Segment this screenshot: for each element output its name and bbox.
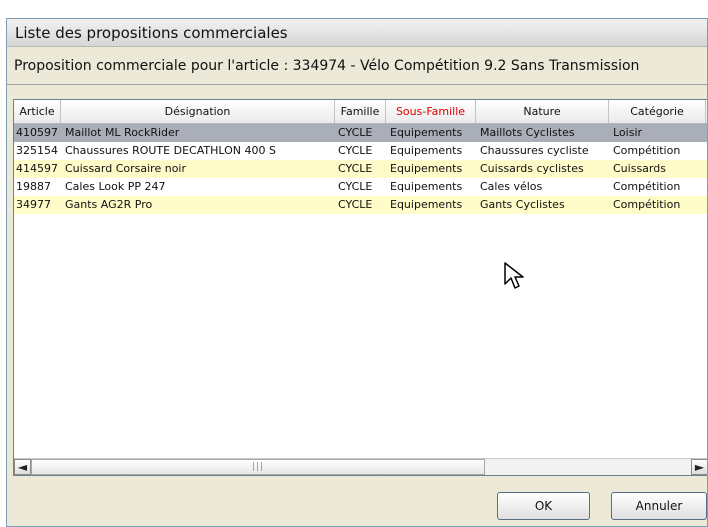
famille-cell: CYCLE bbox=[338, 198, 373, 211]
column-header-article[interactable]: Article bbox=[14, 100, 61, 123]
scroll-thumb[interactable]: ||| bbox=[31, 459, 485, 475]
column-header-designation[interactable]: Désignation bbox=[61, 100, 335, 123]
ok-button[interactable]: OK bbox=[497, 492, 590, 520]
table-row[interactable]: 19887 Cales Look PP 247 CYCLE Equipement… bbox=[14, 178, 707, 196]
table-rows: 410597 Maillot ML RockRider CYCLE Equipe… bbox=[14, 124, 707, 214]
cancel-button[interactable]: Annuler bbox=[611, 492, 707, 520]
categorie-cell: Loisir bbox=[613, 126, 643, 139]
arrow-right-icon[interactable]: ► bbox=[691, 459, 707, 475]
designation-cell: Cales Look PP 247 bbox=[65, 180, 166, 193]
dialog-title: Liste des propositions commerciales bbox=[15, 23, 288, 42]
designation-cell: Chaussures ROUTE DECATHLON 400 S bbox=[65, 144, 276, 157]
table-header: Article Désignation Famille Sous-Famille… bbox=[14, 100, 707, 124]
designation-cell: Maillot ML RockRider bbox=[65, 126, 180, 139]
famille-cell: CYCLE bbox=[338, 180, 373, 193]
arrow-left-icon[interactable]: ◄ bbox=[14, 459, 31, 475]
designation-cell: Cuissard Corsaire noir bbox=[65, 162, 187, 175]
article-cell: 34977 bbox=[16, 198, 51, 211]
nature-cell: Chaussures cycliste bbox=[480, 144, 589, 157]
famille-cell: CYCLE bbox=[338, 126, 373, 139]
propositions-table[interactable]: Article Désignation Famille Sous-Famille… bbox=[13, 99, 707, 476]
famille-cell: CYCLE bbox=[338, 144, 373, 157]
table-row[interactable]: 410597 Maillot ML RockRider CYCLE Equipe… bbox=[14, 124, 707, 142]
column-header-nature[interactable]: Nature bbox=[476, 100, 609, 123]
categorie-cell: Compétition bbox=[613, 180, 681, 193]
nature-cell: Cales vélos bbox=[480, 180, 543, 193]
dialog-title-bar: Liste des propositions commerciales bbox=[7, 19, 707, 47]
article-cell: 325154 bbox=[16, 144, 58, 157]
sous-famille-cell: Equipements bbox=[390, 144, 463, 157]
categorie-cell: Cuissards bbox=[613, 162, 666, 175]
nature-cell: Gants Cyclistes bbox=[480, 198, 565, 211]
categorie-cell: Compétition bbox=[613, 144, 681, 157]
column-header-sous-famille[interactable]: Sous-Famille bbox=[386, 100, 476, 123]
table-row[interactable]: 34977 Gants AG2R Pro CYCLE Equipements G… bbox=[14, 196, 707, 214]
article-cell: 19887 bbox=[16, 180, 51, 193]
nature-cell: Maillots Cyclistes bbox=[480, 126, 575, 139]
column-header-famille[interactable]: Famille bbox=[335, 100, 386, 123]
horizontal-scrollbar[interactable]: ◄ ||| ► bbox=[14, 458, 707, 475]
proposition-text: Proposition commerciale pour l'article :… bbox=[14, 57, 640, 74]
proposition-header: Proposition commerciale pour l'article :… bbox=[7, 47, 707, 85]
sous-famille-cell: Equipements bbox=[390, 162, 463, 175]
article-cell: 414597 bbox=[16, 162, 58, 175]
table-row[interactable]: 414597 Cuissard Corsaire noir CYCLE Equi… bbox=[14, 160, 707, 178]
mouse-pointer-icon bbox=[504, 262, 524, 289]
sous-famille-cell: Equipements bbox=[390, 180, 463, 193]
propositions-dialog: Liste des propositions commerciales Prop… bbox=[6, 18, 708, 527]
grip-icon: ||| bbox=[251, 462, 265, 472]
sous-famille-cell: Equipements bbox=[390, 198, 463, 211]
nature-cell: Cuissards cyclistes bbox=[480, 162, 584, 175]
categorie-cell: Compétition bbox=[613, 198, 681, 211]
sous-famille-cell: Equipements bbox=[390, 126, 463, 139]
famille-cell: CYCLE bbox=[338, 162, 373, 175]
designation-cell: Gants AG2R Pro bbox=[65, 198, 153, 211]
column-header-categorie[interactable]: Catégorie bbox=[609, 100, 706, 123]
table-row[interactable]: 325154 Chaussures ROUTE DECATHLON 400 S … bbox=[14, 142, 707, 160]
article-cell: 410597 bbox=[16, 126, 58, 139]
